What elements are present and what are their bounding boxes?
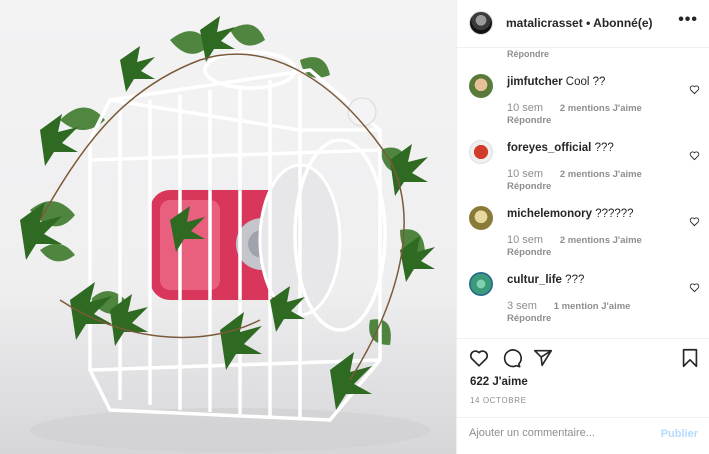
comment-text: foreyes_official ??? (507, 142, 614, 154)
comment-meta: 10 sem 2 mentions J'aime (507, 168, 642, 180)
comment-likes[interactable]: 2 mentions J'aime (560, 103, 642, 114)
commenter-username[interactable]: jimfutcher (507, 76, 563, 88)
comment-item: michelemonory ?????? 10 sem 2 mentions J… (457, 202, 709, 268)
follow-status[interactable]: Abonné(e) (593, 16, 652, 30)
publish-button[interactable]: Publier (661, 428, 698, 440)
comment-time[interactable]: 10 sem (507, 102, 543, 114)
comment-text: michelemonory ?????? (507, 208, 634, 220)
comment-body: ??? (565, 274, 585, 286)
comment-meta: 10 sem 2 mentions J'aime (507, 102, 642, 114)
comment-heart-icon[interactable] (689, 216, 700, 227)
reply-link[interactable]: Répondre (507, 247, 551, 258)
comment-likes[interactable]: 2 mentions J'aime (560, 235, 642, 246)
comment-time[interactable]: 3 sem (507, 300, 537, 312)
comment-meta: 10 sem 2 mentions J'aime (507, 234, 642, 246)
author-line: matalicrasset • Abonné(e) (506, 16, 652, 30)
ivy-cage-speaker-image (20, 16, 435, 452)
comment-time[interactable]: 10 sem (507, 234, 543, 246)
separator-dot: • (586, 16, 591, 30)
comment-icon[interactable] (500, 347, 522, 369)
reply-link[interactable]: Répondre (507, 115, 551, 126)
comment-text: jimfutcher Cool ?? (507, 76, 605, 88)
comment-item: foreyes_official ??? 10 sem 2 mentions J… (457, 136, 709, 202)
reply-link[interactable]: Répondre (507, 313, 551, 324)
author-avatar[interactable] (469, 11, 493, 35)
post-photo[interactable] (0, 0, 456, 454)
comment-input[interactable] (469, 427, 639, 439)
comment-body: ?????? (595, 208, 634, 220)
reply-link[interactable]: Répondre (507, 181, 551, 192)
more-horizontal-icon[interactable]: ••• (678, 11, 698, 29)
author-username[interactable]: matalicrasset (506, 16, 583, 30)
comment-likes[interactable]: 2 mentions J'aime (560, 169, 642, 180)
commenter-username[interactable]: cultur_life (507, 274, 562, 286)
likes-count[interactable]: 622 J'aime (470, 376, 528, 388)
add-comment-bar: Publier (457, 417, 709, 451)
heart-icon[interactable] (468, 347, 490, 369)
commenter-avatar[interactable] (469, 140, 493, 164)
post-side-panel: matalicrasset • Abonné(e) ••• Répondre j… (456, 0, 709, 454)
bookmark-icon[interactable] (679, 347, 701, 369)
commenter-username[interactable]: michelemonory (507, 208, 592, 220)
post-actions: 622 J'aime 14 OCTOBRE Publier (457, 338, 709, 450)
commenter-avatar[interactable] (469, 74, 493, 98)
comment-likes[interactable]: 1 mention J'aime (554, 301, 631, 312)
share-icon[interactable] (532, 347, 554, 369)
comment-body: ??? (594, 142, 614, 154)
comment-item: jimfutcher Cool ?? 10 sem 2 mentions J'a… (457, 70, 709, 136)
comment-body: Cool ?? (565, 76, 606, 88)
post-header: matalicrasset • Abonné(e) ••• (457, 0, 709, 48)
commenter-avatar[interactable] (469, 272, 493, 296)
reply-link[interactable]: Répondre (507, 49, 549, 59)
comments-list[interactable]: Répondre jimfutcher Cool ?? 10 sem 2 men… (457, 48, 709, 338)
commenter-username[interactable]: foreyes_official (507, 142, 591, 154)
comment-heart-icon[interactable] (689, 282, 700, 293)
comment-text: cultur_life ??? (507, 274, 584, 286)
comment-meta: 3 sem 1 mention J'aime (507, 300, 630, 312)
comment-heart-icon[interactable] (689, 84, 700, 95)
post-date[interactable]: 14 OCTOBRE (470, 396, 527, 405)
comment-heart-icon[interactable] (689, 150, 700, 161)
comment-item: cultur_life ??? 3 sem 1 mention J'aime R… (457, 268, 709, 334)
comment-time[interactable]: 10 sem (507, 168, 543, 180)
commenter-avatar[interactable] (469, 206, 493, 230)
